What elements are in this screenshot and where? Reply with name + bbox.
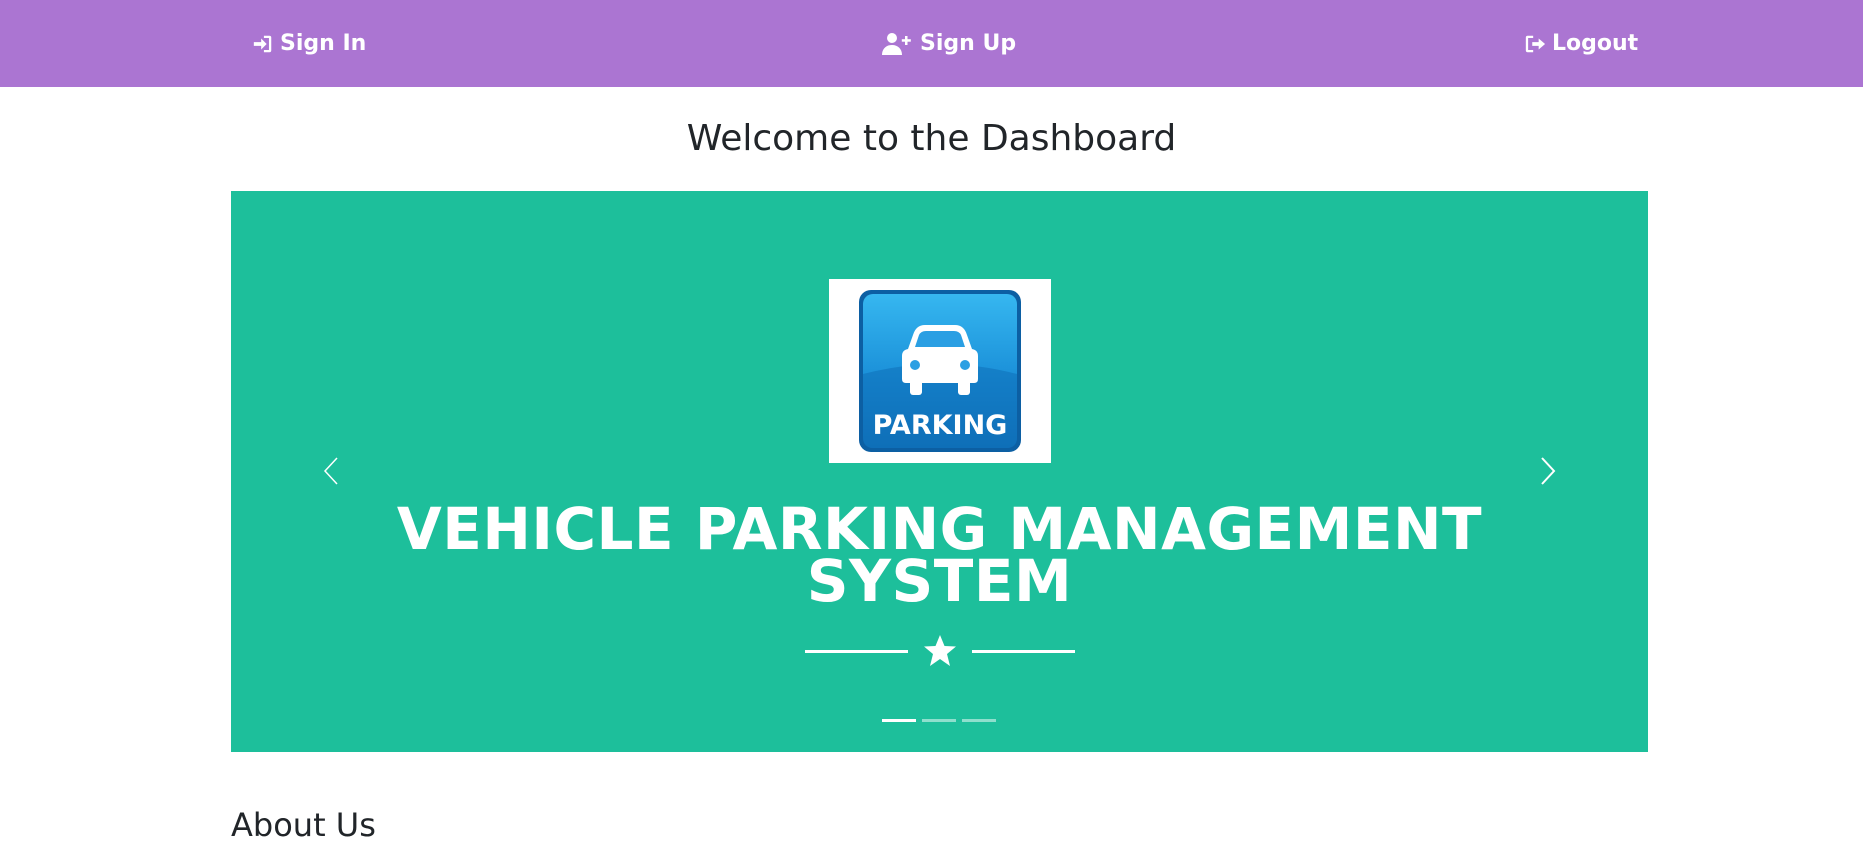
logout-link[interactable]: Logout: [1524, 0, 1638, 87]
about-heading: About Us: [231, 806, 376, 844]
carousel-indicator-1[interactable]: [882, 719, 916, 722]
logout-label: Logout: [1552, 31, 1639, 56]
star-divider: [805, 635, 1075, 666]
sign-up-link[interactable]: Sign Up: [882, 0, 1016, 87]
carousel-next-button[interactable]: [1518, 436, 1578, 506]
sign-in-label: Sign In: [280, 31, 367, 56]
hero-carousel: PARKING VEHICLE PARKING MANAGEMENT SYSTE…: [231, 191, 1648, 752]
page-title: Welcome to the Dashboard: [686, 118, 1177, 159]
carousel-heading: VEHICLE PARKING MANAGEMENT SYSTEM: [231, 500, 1648, 610]
carousel-indicators: [882, 719, 1002, 722]
chevron-left-icon: [323, 457, 338, 485]
sign-in-link[interactable]: Sign In: [252, 0, 366, 87]
sign-in-icon: [253, 35, 272, 52]
parking-logo: PARKING: [829, 279, 1051, 463]
heading-line-2: SYSTEM: [806, 547, 1073, 615]
user-plus-icon: [882, 32, 911, 55]
top-navbar: Sign In Sign Up Logout: [0, 0, 1863, 87]
sign-out-icon: [1525, 35, 1546, 52]
carousel-indicator-2[interactable]: [922, 719, 956, 722]
star-icon: [924, 635, 956, 666]
carousel-indicator-3[interactable]: [962, 719, 996, 722]
carousel-prev-button[interactable]: [301, 436, 361, 506]
sign-up-label: Sign Up: [920, 31, 1017, 56]
logo-text: PARKING: [873, 410, 1008, 441]
chevron-right-icon: [1541, 457, 1556, 485]
